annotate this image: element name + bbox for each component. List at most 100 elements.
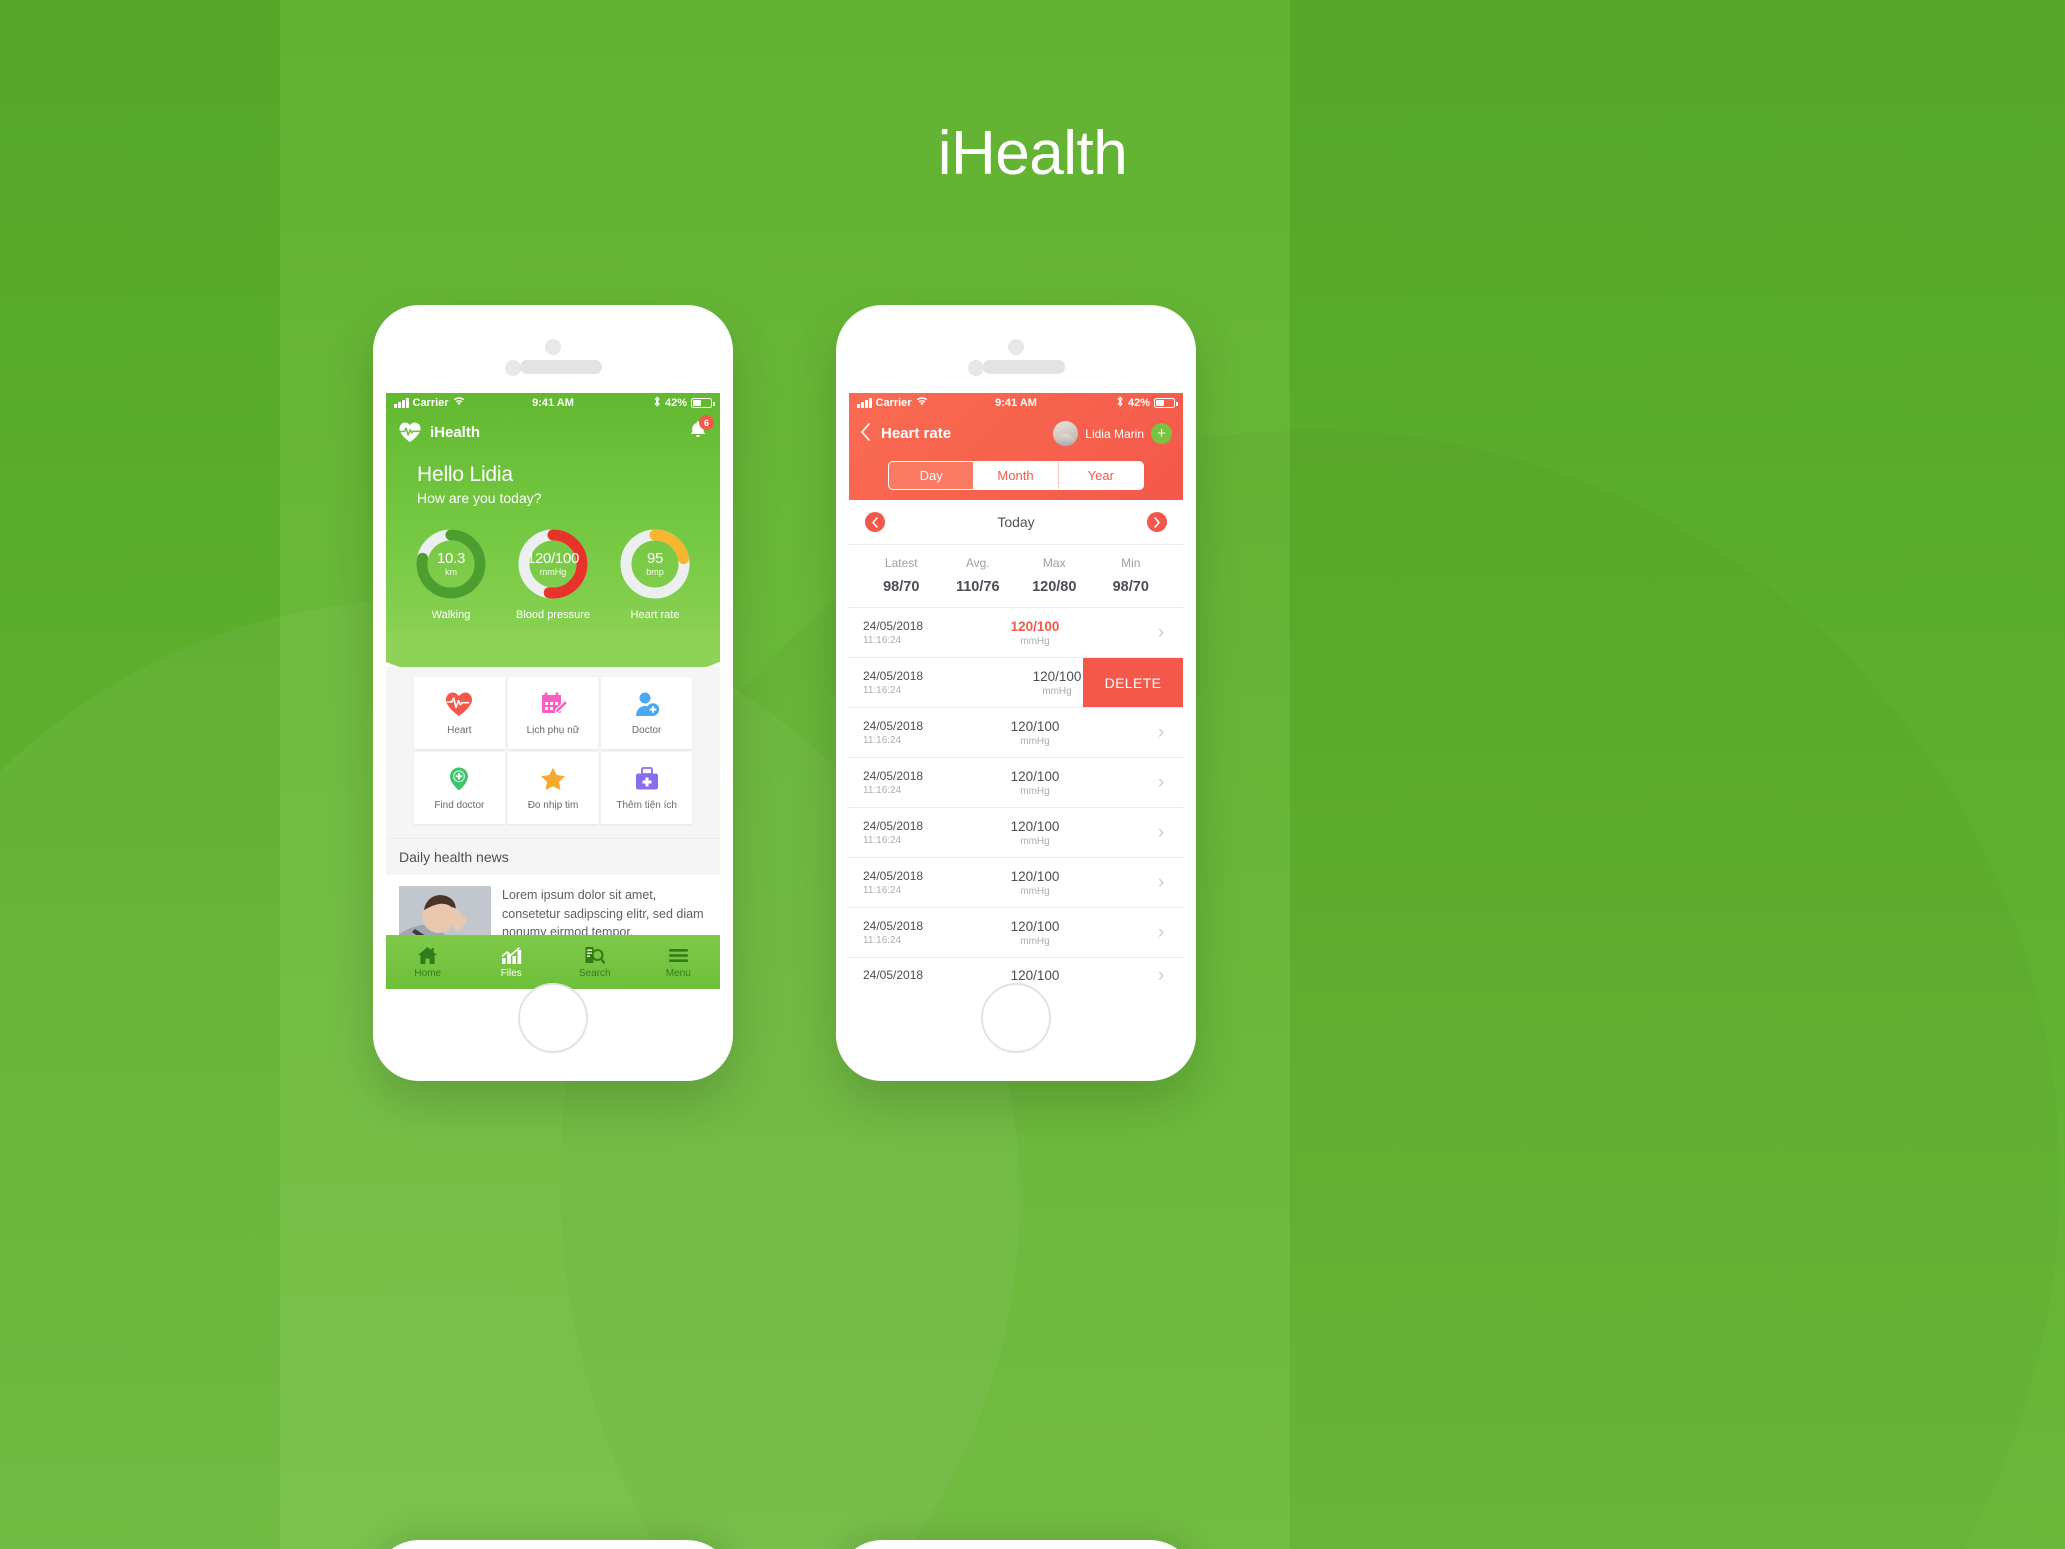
tile-label: Thêm tiện ích	[616, 800, 677, 811]
stats-summary: Latest 98/70 Avg. 110/76 Max 120/80 Min 98/70	[849, 545, 1183, 608]
greeting-question: How are you today?	[417, 490, 542, 506]
delete-button[interactable]: DELETE	[1083, 658, 1183, 707]
table-row[interactable]: 24/05/201811:16:24120/100mmHg›	[849, 708, 1183, 758]
tile-6[interactable]: Thêm tiện ích	[601, 752, 692, 824]
row-value: 120/100	[1010, 918, 1060, 934]
tab-menu[interactable]: Menu	[637, 935, 721, 989]
earpiece-speaker	[520, 360, 602, 374]
segmented-control-wrap: Day Month Year	[849, 461, 1183, 490]
heart-pulse-icon	[445, 690, 473, 718]
chevron-right-icon[interactable]: ›	[1139, 923, 1183, 942]
row-unit: mmHg	[1020, 735, 1050, 747]
brand-label: iHealth	[430, 423, 481, 441]
tile-3[interactable]: Doctor	[601, 677, 692, 749]
front-camera-icon	[545, 339, 561, 355]
user-name-label: Lidia Marin	[1085, 426, 1144, 441]
tile-label: Doctor	[631, 725, 662, 736]
stat-value: 98/70	[1112, 579, 1149, 595]
news-text: Lorem ipsum dolor sit amet, consetetur s…	[502, 888, 704, 939]
table-row[interactable]: 24/05/201811:16:24120/100mmHg›	[849, 758, 1183, 808]
greeting-hello: Hello Lidia	[417, 463, 513, 486]
row-value: 120/100	[1010, 718, 1060, 734]
chevron-right-icon[interactable]: ›	[1139, 823, 1183, 842]
row-value-cell: 120/100mmHg	[931, 869, 1139, 897]
gauge-ring: 120/100 mmHg	[517, 528, 589, 600]
status-bar: Carrier 9:41 AM 42%	[386, 393, 720, 413]
tile-2[interactable]: Lịch phụ nữ	[507, 677, 599, 749]
home-screen: Carrier 9:41 AM 42% iHealth 6 Hello Lidi…	[386, 393, 720, 989]
tile-label: Heart	[447, 725, 472, 736]
gauge-label: Heart rate	[630, 609, 680, 621]
row-value: 120/100	[1010, 618, 1060, 634]
chevron-left-circle-icon[interactable]	[865, 512, 885, 532]
table-row[interactable]: 24/05/201811:16:24120/100mmHg›	[849, 608, 1183, 658]
chevron-right-circle-icon[interactable]	[1147, 512, 1167, 532]
row-value-cell: 120/100mmHg	[931, 619, 1139, 647]
shortcut-tiles-grid: Heart Lịch phụ nữ Doctor Find doctor Đo nhịp…	[414, 677, 692, 824]
home-icon	[417, 945, 438, 965]
battery-icon	[691, 398, 715, 408]
table-row[interactable]: 24/05/201811:16:24120/100mmHg›	[849, 958, 1183, 980]
tile-4[interactable]: Find doctor	[414, 752, 505, 824]
row-value-cell: 120/100mmHg	[931, 962, 1139, 981]
phone-top-bezel	[373, 305, 733, 400]
heart-rate-screen: Carrier 9:41 AM 42% Heart rate Lidia Mar…	[849, 393, 1183, 989]
stat-value: 120/80	[1032, 579, 1077, 595]
gauge-label: Blood pressure	[516, 609, 590, 621]
tile-1[interactable]: Heart	[414, 677, 505, 749]
row-value-cell: 120/100mmHg	[931, 769, 1139, 797]
tab-search[interactable]: Search	[553, 935, 637, 989]
row-unit: mmHg	[1020, 935, 1050, 947]
battery-percent-label: 42%	[1127, 397, 1150, 409]
tab-home[interactable]: Home	[386, 935, 470, 989]
app-bar: iHealth 6	[386, 413, 720, 447]
map-pin-plus-icon	[445, 765, 473, 793]
medical-kit-icon	[633, 765, 661, 793]
table-row[interactable]: 24/05/2018 11:16:24 120/100 mmHg DELETE	[849, 658, 1183, 708]
tab-files[interactable]: Files	[470, 935, 554, 989]
page-title: iHealth	[937, 119, 1128, 188]
gauge-center: 95 bmp	[619, 528, 691, 600]
battery-icon	[1154, 398, 1178, 408]
user-chip[interactable]: Lidia Marin +	[1053, 421, 1172, 446]
chevron-left-icon[interactable]	[860, 422, 871, 445]
gauge-heart-rate[interactable]: 95 bmp Heart rate	[615, 528, 695, 621]
tile-5[interactable]: Đo nhịp tim	[507, 752, 599, 824]
day-label: Today	[997, 514, 1035, 530]
segment-month[interactable]: Month	[973, 462, 1059, 489]
notifications-button[interactable]: 6	[688, 415, 714, 445]
tab-label: Files	[500, 968, 522, 979]
chevron-right-icon[interactable]: ›	[1139, 966, 1183, 981]
shortcut-tiles-section: Heart Lịch phụ nữ Doctor Find doctor Đo nhịp…	[386, 667, 720, 838]
row-value: 120/100	[1010, 967, 1060, 981]
battery-percent-label: 42%	[664, 397, 687, 409]
bluetooth-icon	[1116, 396, 1124, 410]
home-button[interactable]	[981, 983, 1051, 1053]
table-row[interactable]: 24/05/201811:16:24120/100mmHg›	[849, 858, 1183, 908]
star-icon	[539, 765, 567, 793]
gauge-blood-pressure[interactable]: 120/100 mmHg Blood pressure	[513, 528, 593, 621]
table-row[interactable]: 24/05/201811:16:24120/100mmHg›	[849, 908, 1183, 958]
chevron-right-icon[interactable]: ›	[1139, 723, 1183, 742]
segment-year[interactable]: Year	[1058, 462, 1143, 489]
gauge-label: Walking	[431, 609, 471, 621]
row-value-cell: 120/100mmHg	[931, 719, 1139, 747]
chevron-right-icon[interactable]: ›	[1139, 623, 1183, 642]
chevron-right-icon[interactable]: ›	[1139, 873, 1183, 892]
gauge-center: 120/100 mmHg	[517, 528, 589, 600]
plus-circle-icon[interactable]: +	[1151, 423, 1172, 444]
greeting-block: Hello Lidia How are you today?	[386, 447, 720, 506]
table-row[interactable]: 24/05/201811:16:24120/100mmHg›	[849, 808, 1183, 858]
chevron-right-icon[interactable]: ›	[1139, 773, 1183, 792]
home-button[interactable]	[518, 983, 588, 1053]
phone-mockup-home: Carrier 9:41 AM 42% iHealth 6 Hello Lidi…	[373, 305, 733, 1081]
stat-max: Max 120/80	[1016, 556, 1093, 595]
status-bar-right: 42%	[653, 396, 715, 410]
gauge-walking[interactable]: 10.3 km Walking	[411, 528, 491, 621]
row-unit: mmHg	[1020, 835, 1050, 847]
bluetooth-icon	[653, 396, 661, 410]
phone-top-bezel	[836, 305, 1196, 400]
stat-value: 110/76	[955, 579, 1000, 595]
segment-day[interactable]: Day	[889, 462, 974, 489]
stat-min: Min 98/70	[1093, 556, 1170, 595]
